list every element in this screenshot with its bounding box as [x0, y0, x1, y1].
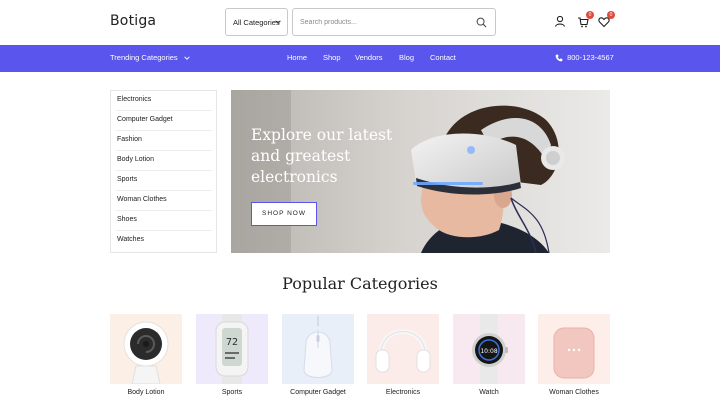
sidebar-item-fashion[interactable]: Fashion: [116, 131, 212, 151]
category-select-value: All Categories: [233, 18, 280, 27]
category-label-watch[interactable]: Watch: [453, 389, 525, 396]
woman-clothes-image: [538, 314, 610, 384]
hero-title: Explore our latest and greatest electron…: [251, 125, 411, 188]
category-card-sports[interactable]: 72: [196, 314, 268, 384]
wishlist-button[interactable]: 0: [598, 11, 615, 28]
category-sidebar: Electronics Computer Gadget Fashion Body…: [110, 90, 217, 253]
hero-title-line-2: and greatest: [251, 147, 351, 165]
hero-title-line-1: Explore our latest: [251, 126, 393, 144]
trending-categories-dropdown[interactable]: Trending Categories: [110, 53, 191, 62]
nav-link-home[interactable]: Home: [287, 53, 307, 62]
category-select[interactable]: All Categories: [225, 8, 288, 36]
site-header: Botiga All Categories 0 0: [0, 0, 720, 45]
nav-link-contact[interactable]: Contact: [430, 53, 456, 62]
category-label-body-lotion[interactable]: Body Lotion: [110, 389, 182, 396]
category-card-woman-clothes[interactable]: [538, 314, 610, 384]
hero-title-line-3: electronics: [251, 168, 338, 186]
headphones-image: [367, 314, 439, 384]
site-logo[interactable]: Botiga: [110, 13, 156, 29]
sidebar-item-body-lotion[interactable]: Body Lotion: [116, 151, 212, 171]
category-card-computer-gadget[interactable]: [282, 314, 354, 384]
smartwatch-image: 10:08: [453, 314, 525, 384]
popular-categories-title: Popular Categories: [282, 274, 438, 293]
search-icon[interactable]: [476, 17, 487, 28]
body-lotion-image: [110, 314, 182, 384]
chevron-down-icon: [184, 56, 190, 60]
shop-now-button[interactable]: SHOP NOW: [251, 202, 317, 226]
cart-count-badge: 0: [586, 11, 594, 19]
search-input[interactable]: [300, 15, 470, 30]
sidebar-item-shoes[interactable]: Shoes: [116, 211, 212, 231]
tracker-display-text: 72: [226, 337, 238, 348]
phone-contact[interactable]: 800-123-4567: [555, 53, 614, 62]
search-box: [292, 8, 496, 36]
sports-image: 72: [196, 314, 268, 384]
category-card-body-lotion[interactable]: [110, 314, 182, 384]
sidebar-item-electronics[interactable]: Electronics: [116, 91, 212, 111]
nav-link-vendors[interactable]: Vendors: [355, 53, 383, 62]
wishlist-count-badge: 0: [607, 11, 615, 19]
category-label-sports[interactable]: Sports: [196, 389, 268, 396]
sidebar-item-woman-clothes[interactable]: Woman Clothes: [116, 191, 212, 211]
sidebar-item-computer-gadget[interactable]: Computer Gadget: [116, 111, 212, 131]
category-label-woman-clothes[interactable]: Woman Clothes: [538, 389, 610, 396]
nav-link-blog[interactable]: Blog: [399, 53, 414, 62]
phone-number: 800-123-4567: [567, 53, 614, 62]
user-account-icon[interactable]: [554, 15, 566, 27]
main-navbar: Trending Categories Home Shop Vendors Bl…: [0, 45, 720, 72]
sidebar-item-sports[interactable]: Sports: [116, 171, 212, 191]
watch-face-text: 10:08: [480, 348, 497, 355]
category-card-watch[interactable]: 10:08: [453, 314, 525, 384]
computer-mouse-image: [282, 314, 354, 384]
category-label-computer-gadget[interactable]: Computer Gadget: [282, 389, 354, 396]
sidebar-item-watches[interactable]: Watches: [116, 231, 212, 251]
chevron-down-icon: [275, 20, 281, 24]
hero-banner: Explore our latest and greatest electron…: [231, 90, 610, 253]
trending-categories-label: Trending Categories: [110, 53, 178, 62]
nav-link-shop[interactable]: Shop: [323, 53, 341, 62]
category-card-electronics[interactable]: [367, 314, 439, 384]
category-label-electronics[interactable]: Electronics: [367, 389, 439, 396]
cart-button[interactable]: 0: [577, 11, 594, 28]
phone-icon: [555, 54, 563, 62]
